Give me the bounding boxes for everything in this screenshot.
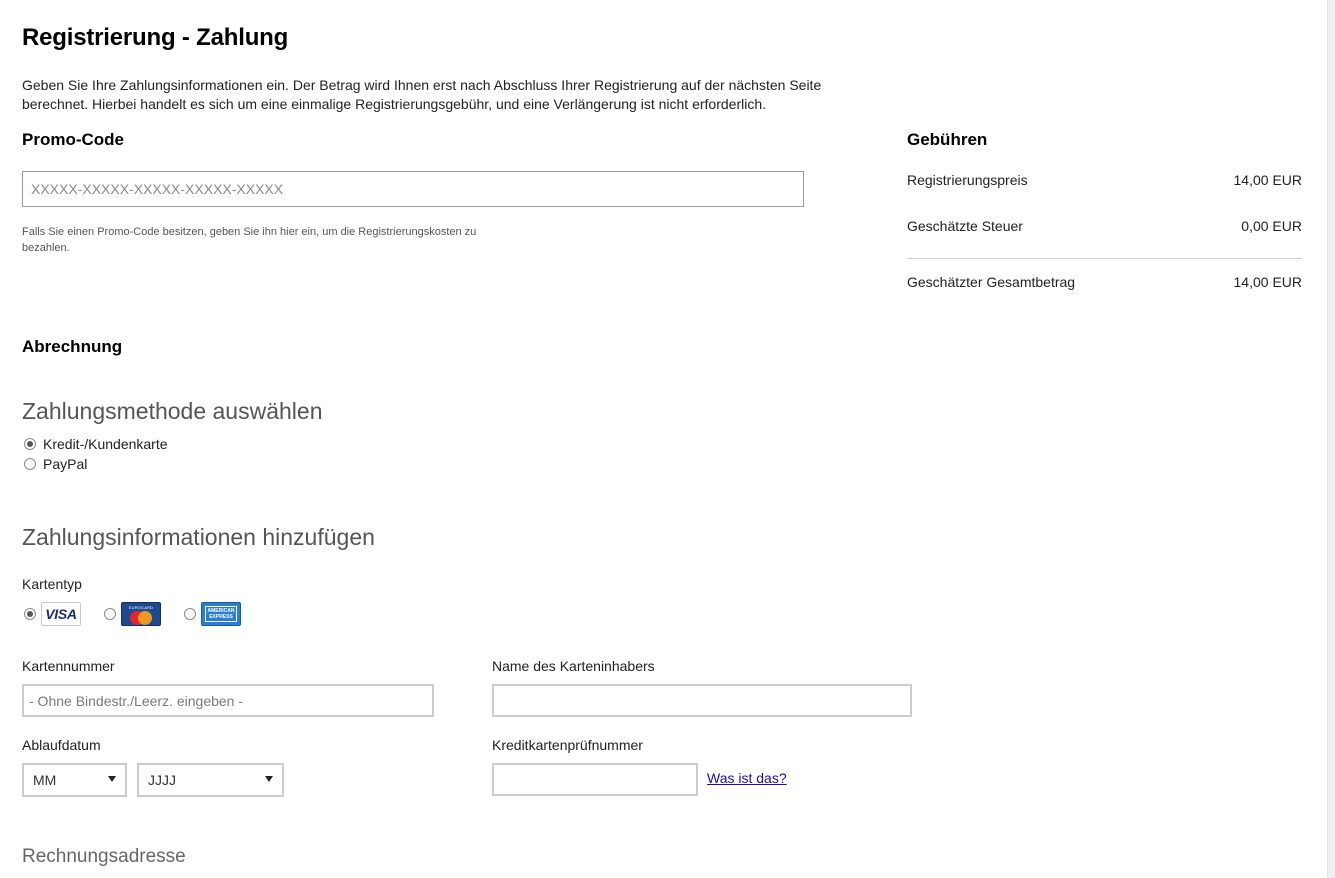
cvv-label: Kreditkartenprüfnummer (492, 737, 643, 753)
billing-address-heading: Rechnungsadresse (22, 846, 186, 867)
mastercard-logo-icon: EUROCARD (121, 602, 161, 626)
radio-amex[interactable] (184, 608, 196, 620)
payment-method-heading: Zahlungsmethode auswählen (22, 398, 323, 424)
fee-row-registration-price: Registrierungspreis 14,00 EUR (907, 172, 1302, 188)
card-holder-label: Name des Karteninhabers (492, 658, 655, 674)
card-number-input[interactable] (22, 684, 434, 717)
expiry-label: Ablaufdatum (22, 737, 101, 753)
radio-paypal[interactable] (24, 458, 36, 470)
chevron-down-icon (108, 776, 116, 782)
billing-title: Abrechnung (22, 337, 123, 356)
fees-divider (907, 258, 1302, 259)
promo-code-input[interactable] (22, 171, 804, 207)
fee-label: Geschätzte Steuer (907, 218, 1023, 234)
payment-page: Registrierung - Zahlung Geben Sie Ihre Z… (0, 0, 1335, 878)
expiry-month-value: MM (33, 772, 57, 788)
cvv-input[interactable] (492, 763, 698, 796)
expiry-month-select[interactable]: MM (22, 763, 127, 797)
fee-label: Geschätzter Gesamtbetrag (907, 274, 1076, 290)
promo-code-help: Falls Sie einen Promo-Code besitzen, geb… (22, 226, 477, 254)
card-type-label: Kartentyp (22, 576, 82, 592)
visa-logo-icon: VISA (41, 602, 81, 626)
payment-info-heading: Zahlungsinformationen hinzufügen (22, 524, 375, 550)
page-title: Registrierung - Zahlung (22, 24, 289, 51)
payment-method-label: PayPal (43, 456, 88, 472)
fee-row-estimated-tax: Geschätzte Steuer 0,00 EUR (907, 218, 1302, 234)
payment-method-paypal[interactable]: PayPal (24, 456, 87, 472)
fee-value: 14,00 EUR (1233, 172, 1302, 188)
card-holder-input[interactable] (492, 684, 912, 717)
fee-row-estimated-total: Geschätzter Gesamtbetrag 14,00 EUR (907, 274, 1302, 290)
expiry-year-value: JJJJ (148, 772, 176, 788)
cvv-help-link[interactable]: Was ist das? (707, 770, 787, 786)
radio-mastercard[interactable] (104, 608, 116, 620)
radio-visa[interactable] (24, 608, 36, 620)
card-type-visa[interactable]: VISA (24, 602, 81, 626)
fees-title: Gebühren (907, 130, 988, 149)
page-scrollbar[interactable] (1327, 0, 1335, 878)
promo-code-title: Promo-Code (22, 130, 124, 149)
payment-method-label: Kredit-/Kundenkarte (43, 436, 168, 452)
expiry-year-select[interactable]: JJJJ (137, 763, 284, 797)
payment-method-credit-card[interactable]: Kredit-/Kundenkarte (24, 436, 168, 452)
card-type-amex[interactable]: AMERICAN EXPRESS (184, 602, 241, 626)
fee-label: Registrierungspreis (907, 172, 1028, 188)
radio-credit-card[interactable] (24, 438, 36, 450)
card-number-label: Kartennummer (22, 658, 115, 674)
fee-value: 14,00 EUR (1233, 274, 1302, 290)
chevron-down-icon (265, 776, 273, 782)
intro-text: Geben Sie Ihre Zahlungsinformationen ein… (22, 77, 822, 112)
fee-value: 0,00 EUR (1241, 218, 1302, 234)
amex-logo-icon: AMERICAN EXPRESS (201, 602, 241, 626)
card-type-mastercard[interactable]: EUROCARD (104, 602, 161, 626)
